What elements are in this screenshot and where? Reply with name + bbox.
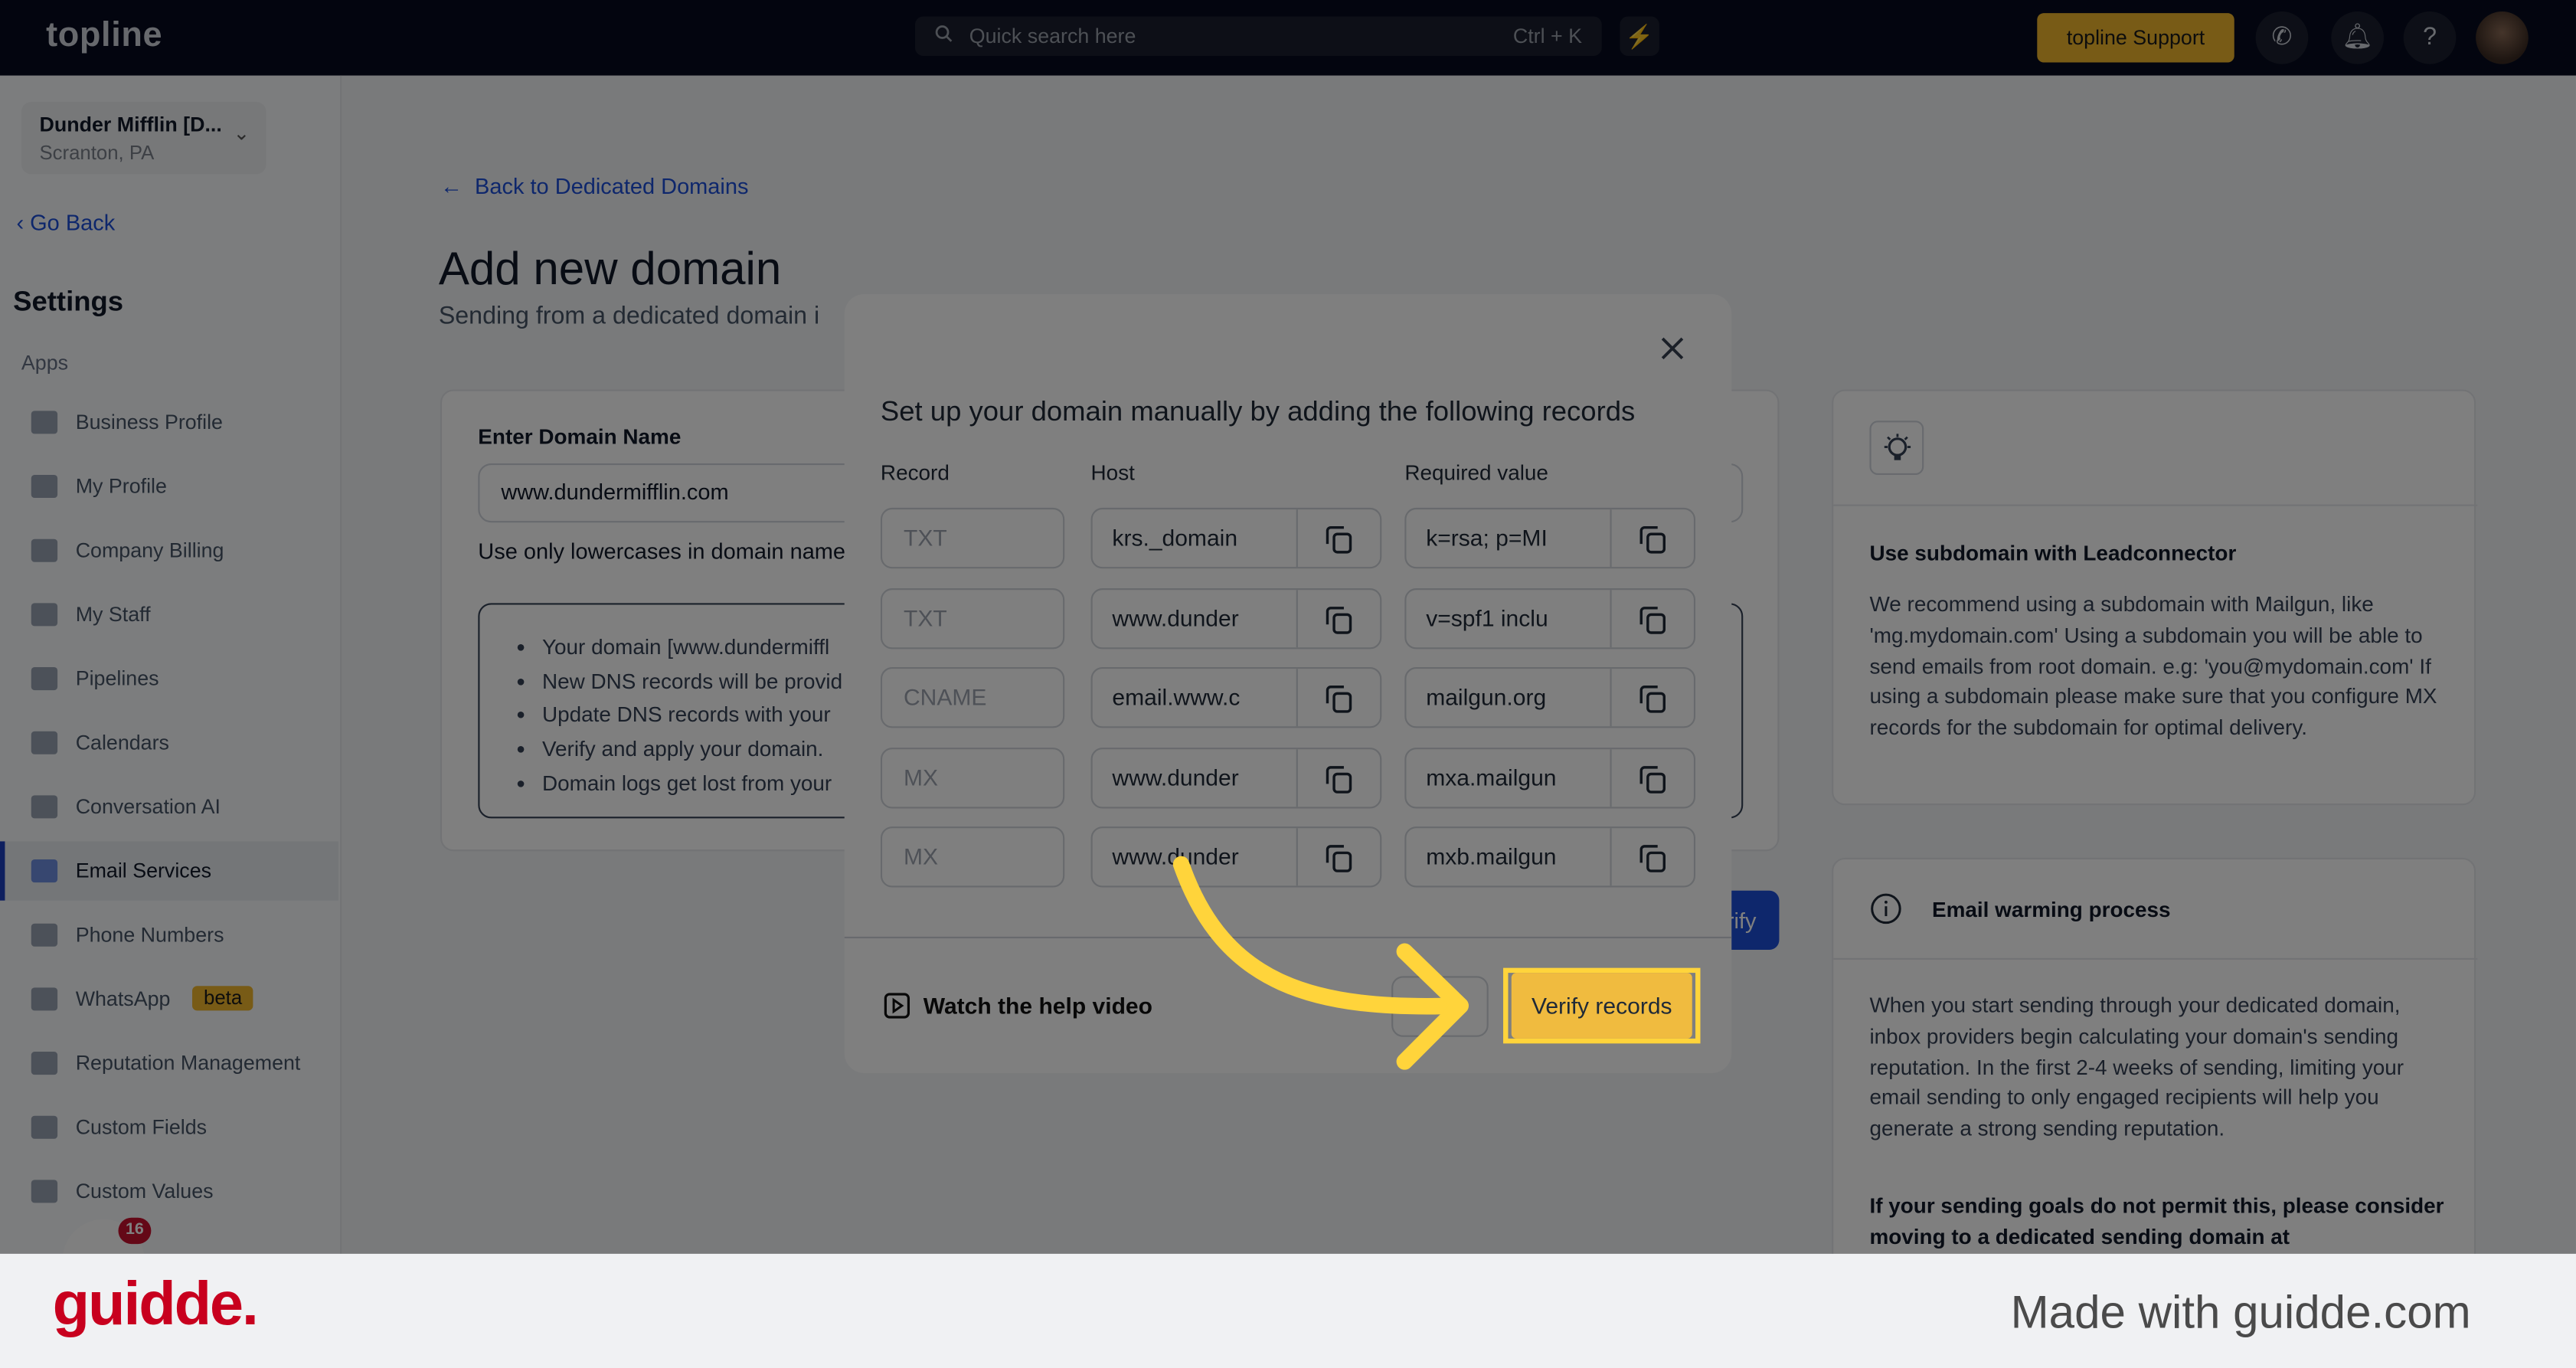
footer: guidde. Made with guidde.com [0, 1253, 2576, 1368]
made-with-text: Made with guidde.com [2010, 1286, 2471, 1338]
highlight-frame [1503, 967, 1701, 1044]
dim-overlay [0, 0, 2576, 1254]
guidde-logo: guidde. [52, 1270, 259, 1338]
